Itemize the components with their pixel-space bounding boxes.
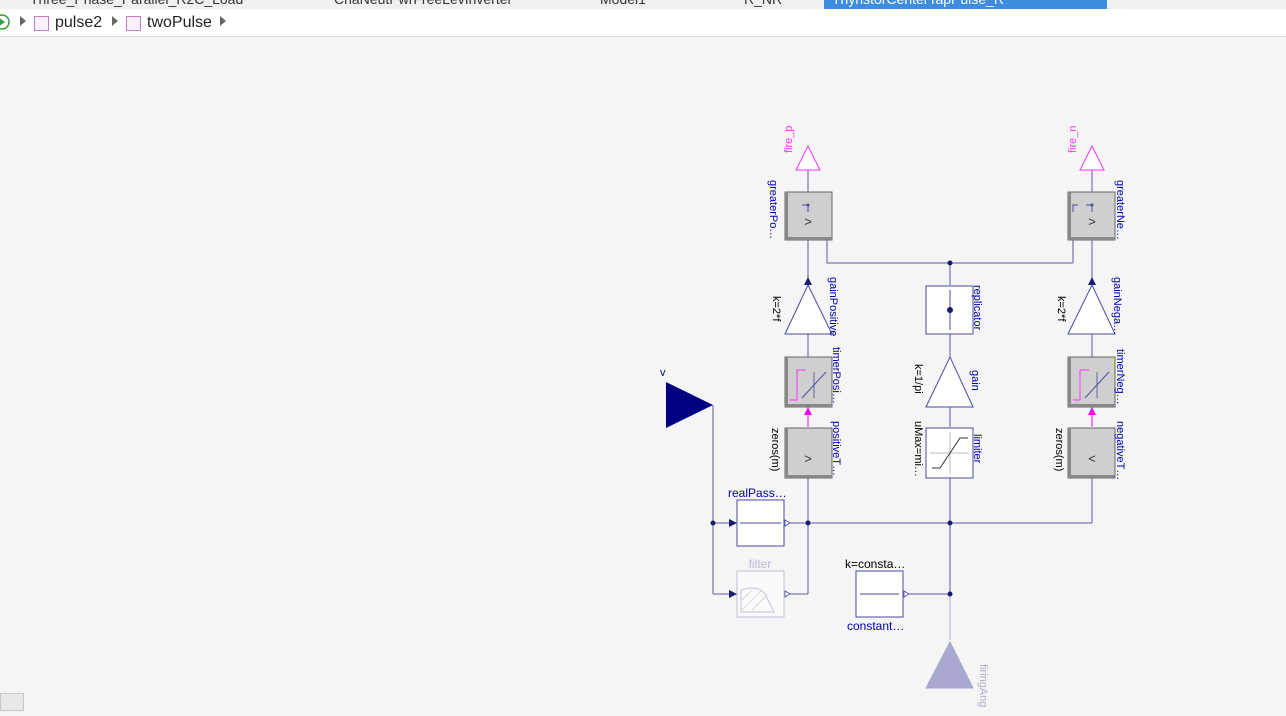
model-icon <box>126 15 141 31</box>
real-pass-label: realPass… <box>728 486 787 500</box>
diagram-canvas[interactable]: v fire_p fire_n > greaterPo… > greaterNe… <box>0 37 1286 711</box>
filter-block[interactable]: filter <box>736 557 791 618</box>
timer-negative-block[interactable]: timerNeg… <box>1067 349 1126 408</box>
pos-threshold-param: zeros(m) <box>769 428 781 471</box>
input-v[interactable]: v <box>660 367 713 428</box>
replicator-block[interactable]: replicator <box>925 285 983 335</box>
fire-n-label: fire_n <box>1067 125 1079 153</box>
gain-neg-param: k=2*f <box>1055 296 1067 322</box>
gain-block[interactable]: k=1/pi gain <box>912 355 981 408</box>
pos-threshold-label: positiveT… <box>830 421 842 476</box>
breadcrumb-separator-icon <box>112 16 118 26</box>
constant-block[interactable]: k=consta… constant… <box>845 557 910 633</box>
tab-model1[interactable]: Model1 <box>600 0 646 9</box>
negative-threshold-block[interactable]: < zeros(m) negativeT… <box>1053 421 1126 480</box>
lock-icon[interactable] <box>0 693 24 711</box>
pos-threshold-symbol: > <box>804 451 812 466</box>
breadcrumb-separator-icon <box>20 16 26 26</box>
breadcrumb-label: twoPulse <box>147 14 212 31</box>
tab-r-nr[interactable]: R_NR <box>744 0 782 9</box>
model-icon <box>34 15 49 31</box>
neg-threshold-label: negativeT… <box>1114 421 1126 480</box>
tab-chaneut-inverter[interactable]: ChaNeutPwrFreeLevInverter <box>334 0 512 9</box>
positive-threshold-block[interactable]: > zeros(m) positiveT… <box>769 421 842 479</box>
gain-negative-block[interactable]: k=2*f gainNega… <box>1055 277 1123 335</box>
real-pass-block[interactable]: realPass… <box>728 486 791 547</box>
greater-negative-block[interactable]: > greaterNe… <box>1067 180 1126 241</box>
breadcrumb-label: pulse2 <box>55 14 103 31</box>
gain-neg-label: gainNega… <box>1111 277 1123 335</box>
breadcrumb-expand-icon[interactable] <box>220 16 226 26</box>
timer-pos-label: timerPosi… <box>830 347 842 404</box>
neg-threshold-symbol: < <box>1088 451 1096 466</box>
tab-three-phase[interactable]: Three_Phase_Parallel_R2C_Load <box>30 0 243 9</box>
greater-positive-block[interactable]: > greaterPo… <box>767 180 833 241</box>
firing-angle-label: firingAng <box>977 664 989 707</box>
gain-positive-block[interactable]: k=2*f gainPositive <box>770 277 839 336</box>
greater-pos-label: greaterPo… <box>767 180 779 239</box>
input-firing-angle[interactable]: firingAng <box>925 640 989 707</box>
breadcrumb: pulse2 twoPulse <box>0 9 1286 37</box>
fire-p-label: fire_p <box>783 125 795 153</box>
timer-neg-label: timerNeg… <box>1114 349 1126 405</box>
breadcrumb-item-pulse2[interactable]: pulse2 <box>34 12 102 34</box>
limiter-block[interactable]: uMax=mi… limiter <box>912 421 983 479</box>
limiter-param: uMax=mi… <box>912 421 924 477</box>
constant-label: constant… <box>847 619 904 633</box>
filter-label: filter <box>749 557 772 571</box>
greater-neg-symbol: > <box>1088 214 1096 229</box>
diagram-svg: v fire_p fire_n > greaterPo… > greaterNe… <box>660 125 1126 707</box>
input-v-label: v <box>660 367 666 379</box>
greater-pos-symbol: > <box>804 214 812 229</box>
breadcrumb-item-twopulse[interactable]: twoPulse <box>126 12 212 34</box>
tab-thyristor-active[interactable]: ThyristorCenterTapPulse_R <box>824 0 1107 9</box>
editor-tab-strip: Three_Phase_Parallel_R2C_Load ChaNeutPwr… <box>0 0 1286 9</box>
limiter-label: limiter <box>971 434 983 464</box>
greater-neg-label: greaterNe… <box>1114 180 1126 240</box>
neg-threshold-param: zeros(m) <box>1053 428 1065 471</box>
gain-pos-label: gainPositive <box>827 277 839 336</box>
output-fire-p[interactable]: fire_p <box>783 125 821 171</box>
replicator-label: replicator <box>971 285 983 331</box>
gain-label: gain <box>969 370 981 391</box>
timer-positive-block[interactable]: timerPosi… <box>784 347 842 408</box>
gain-pos-param: k=2*f <box>770 296 782 322</box>
gain-param: k=1/pi <box>912 364 924 394</box>
output-fire-n[interactable]: fire_n <box>1067 125 1105 171</box>
run-icon[interactable] <box>0 14 10 30</box>
constant-param: k=consta… <box>845 557 905 571</box>
